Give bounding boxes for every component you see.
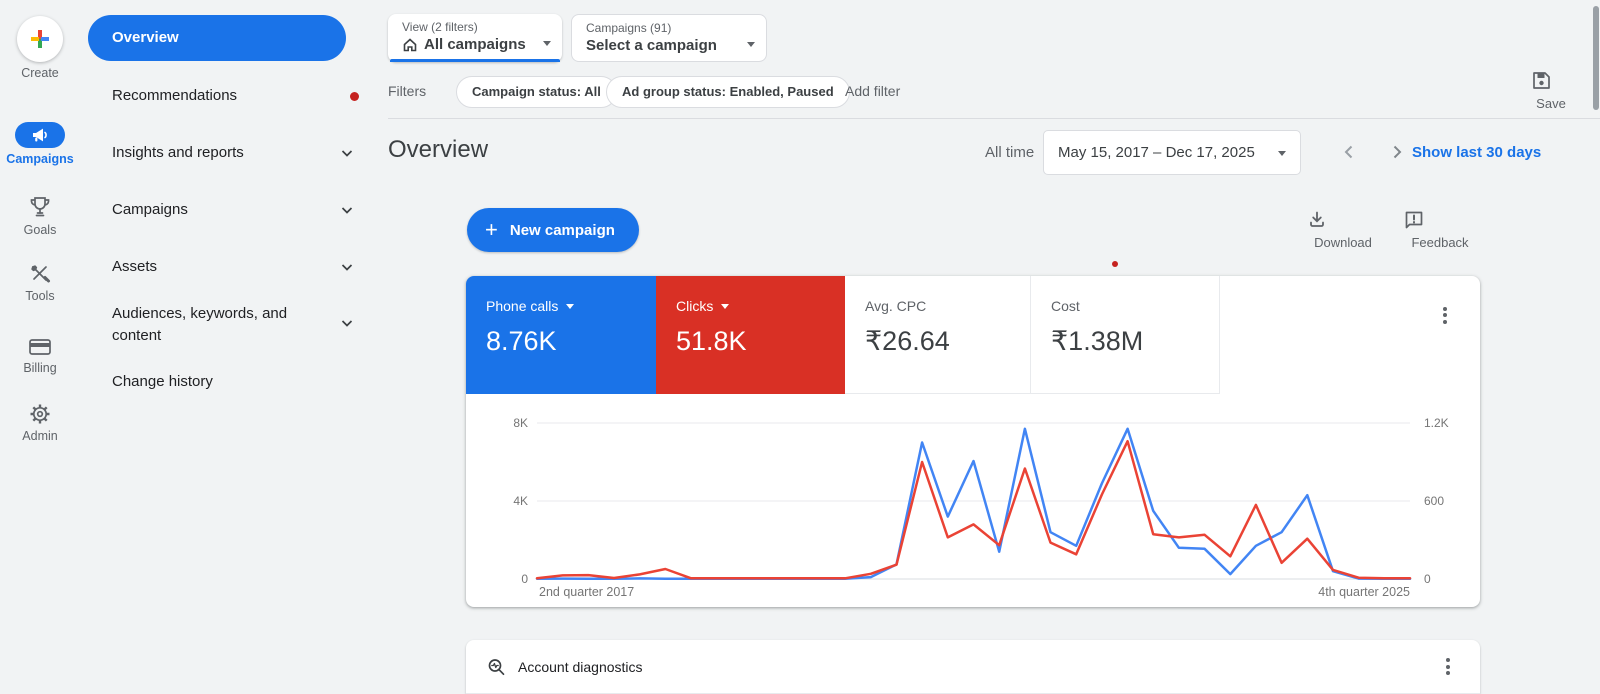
download-button[interactable]: Download: [1307, 210, 1379, 250]
campaigns-label: Campaigns: [0, 152, 80, 166]
view-selector[interactable]: View (2 filters) All campaigns: [388, 14, 562, 62]
chevron-down-icon: [340, 203, 354, 217]
feedback-icon: [1404, 210, 1476, 230]
view-selector-value: All campaigns: [424, 36, 526, 53]
sidebar-item-admin[interactable]: Admin: [0, 403, 80, 443]
kebab-menu-icon[interactable]: [1446, 656, 1450, 678]
create-button[interactable]: Create: [0, 16, 80, 80]
add-filter-button[interactable]: Add filter: [845, 83, 900, 99]
chevron-left-icon[interactable]: [1340, 143, 1358, 161]
y-axis-tick-right: 0: [1424, 572, 1431, 586]
metric-tab-phone-calls[interactable]: Phone calls 8.76K: [466, 276, 656, 394]
nav-item-recommendations[interactable]: Recommendations: [112, 87, 350, 104]
tools-icon: [0, 263, 80, 285]
download-icon: [1307, 210, 1379, 230]
filters-label: Filters: [388, 83, 426, 99]
time-label: All time: [985, 144, 1034, 161]
search-diagnostics-icon: [486, 657, 506, 677]
overview-chart-card: Phone calls 8.76K Clicks 51.8K Avg. CPC …: [466, 276, 1480, 607]
chevron-down-icon: [340, 316, 354, 330]
metric-tab-avg-cpc[interactable]: Avg. CPC ₹26.64: [845, 276, 1030, 394]
megaphone-icon: [31, 128, 49, 142]
nav-item-audiences[interactable]: Audiences, keywords, and content: [112, 303, 312, 347]
metric-tab-clicks[interactable]: Clicks 51.8K: [656, 276, 845, 394]
account-diagnostics-card[interactable]: Account diagnostics: [466, 640, 1480, 694]
campaign-selector-value: Select a campaign: [586, 37, 717, 54]
save-label: Save: [1531, 96, 1571, 111]
y-axis-tick: 4K: [490, 494, 528, 508]
chevron-down-icon: [340, 260, 354, 274]
nav-item-assets[interactable]: Assets: [112, 258, 350, 275]
create-circle[interactable]: [17, 16, 63, 62]
nav-item-insights[interactable]: Insights and reports: [112, 144, 350, 161]
y-axis-tick-right: 600: [1424, 494, 1444, 508]
show-last-30-days-link[interactable]: Show last 30 days: [1412, 144, 1541, 161]
metric-value: 51.8K: [676, 326, 845, 357]
caret-down-icon: [543, 41, 551, 50]
filter-chip-adgroup-status[interactable]: Ad group status: Enabled, Paused: [606, 76, 850, 108]
nav-item-change-history[interactable]: Change history: [112, 373, 350, 390]
date-range-picker[interactable]: May 15, 2017 – Dec 17, 2025: [1043, 130, 1301, 175]
diagnostics-title: Account diagnostics: [518, 659, 643, 675]
caret-down-icon: [747, 42, 755, 51]
y-axis-tick-right: 1.2K: [1424, 416, 1449, 430]
goals-label: Goals: [0, 223, 80, 237]
sidebar-item-tools[interactable]: Tools: [0, 263, 80, 303]
view-selector-label: View (2 filters): [402, 20, 532, 34]
nav-item-overview[interactable]: Overview: [88, 15, 346, 61]
date-range-value: May 15, 2017 – Dec 17, 2025: [1058, 144, 1255, 161]
campaign-selector[interactable]: Campaigns (91) Select a campaign: [571, 14, 767, 62]
sidebar-item-billing[interactable]: Billing: [0, 337, 80, 375]
metric-tab-cost[interactable]: Cost ₹1.38M: [1030, 276, 1220, 394]
y-axis-tick: 0: [490, 572, 528, 586]
active-tab-underline: [390, 59, 560, 62]
save-button[interactable]: Save: [1531, 70, 1571, 111]
feedback-label: Feedback: [1404, 235, 1476, 250]
gear-icon: [0, 403, 80, 425]
filter-chip-campaign-status[interactable]: Campaign status: All: [456, 76, 617, 108]
y-axis-tick: 8K: [490, 416, 528, 430]
secondary-nav: Overview Recommendations Insights and re…: [80, 0, 370, 694]
page-title: Overview: [388, 136, 488, 164]
metric-value: ₹1.38M: [1051, 326, 1219, 357]
plus-icon: [28, 27, 52, 51]
plus-icon: +: [485, 219, 498, 241]
x-axis-label-start: 2nd quarter 2017: [539, 585, 634, 599]
sidebar-item-goals[interactable]: Goals: [0, 195, 80, 237]
tools-label: Tools: [0, 289, 80, 303]
save-icon: [1531, 70, 1571, 91]
nav-item-campaigns[interactable]: Campaigns: [112, 201, 350, 218]
create-label: Create: [0, 66, 80, 80]
admin-label: Admin: [0, 429, 80, 443]
notification-dot: [350, 92, 359, 101]
toolbar-divider: [388, 118, 1600, 119]
caret-down-icon: [1278, 151, 1286, 160]
metric-value: 8.76K: [486, 326, 656, 357]
campaign-selector-label: Campaigns (91): [586, 21, 736, 35]
sidebar-item-campaigns[interactable]: Campaigns: [0, 122, 80, 166]
billing-label: Billing: [0, 361, 80, 375]
campaigns-pill[interactable]: [15, 122, 65, 148]
feedback-button[interactable]: Feedback: [1404, 210, 1476, 250]
notification-dot: [1112, 261, 1118, 267]
new-campaign-button[interactable]: + New campaign: [467, 208, 639, 252]
kebab-menu-icon[interactable]: [1443, 304, 1447, 326]
x-axis-label-end: 4th quarter 2025: [1290, 585, 1410, 599]
caret-down-icon: [566, 304, 574, 313]
chevron-down-icon: [340, 146, 354, 160]
caret-down-icon: [721, 304, 729, 313]
download-label: Download: [1307, 235, 1379, 250]
timeseries-chart[interactable]: [537, 423, 1410, 579]
metric-value: ₹26.64: [865, 326, 1030, 357]
credit-card-icon: [0, 337, 80, 357]
scrollbar-thumb[interactable]: [1593, 6, 1599, 110]
trophy-icon: [0, 195, 80, 219]
home-icon: [402, 37, 418, 52]
chevron-right-icon[interactable]: [1388, 143, 1406, 161]
